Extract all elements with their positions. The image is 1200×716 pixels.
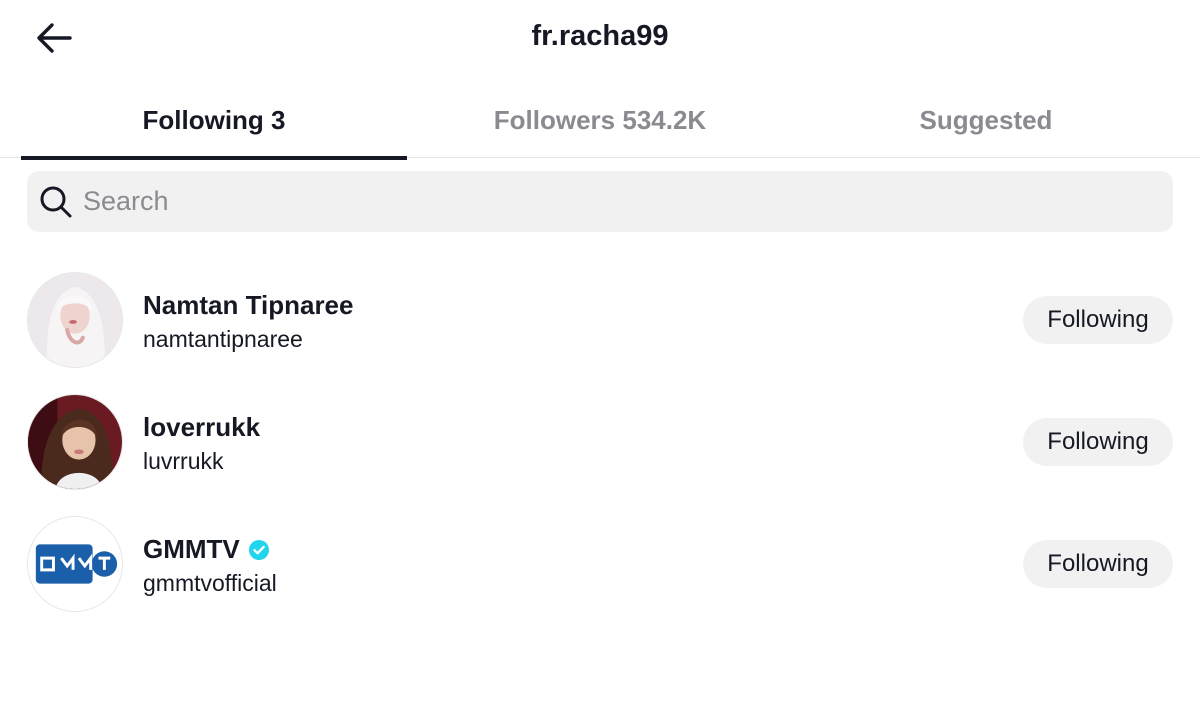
username: gmmtvofficial (143, 570, 277, 596)
tab-suggested[interactable]: Suggested (793, 96, 1179, 157)
username: namtantipnaree (143, 326, 303, 352)
list-item-gmmtv[interactable]: GMMTV gmmtvofficial Following (0, 506, 1200, 622)
header-bar: fr.racha99 (0, 0, 1200, 80)
tab-following[interactable]: Following 3 (21, 96, 407, 160)
search-bar[interactable] (27, 171, 1173, 232)
following-button[interactable]: Following (1023, 540, 1173, 588)
tab-followers[interactable]: Followers 534.2K (407, 96, 793, 157)
following-button[interactable]: Following (1023, 418, 1173, 466)
display-name[interactable]: Namtan Tipnaree (143, 290, 353, 321)
search-icon (40, 186, 72, 218)
display-name-row: GMMTV (143, 534, 270, 565)
avatar-photo (28, 395, 122, 489)
avatar-photo (28, 273, 122, 367)
list-item-loverrukk[interactable]: loverrukk luvrrukk Following (0, 384, 1200, 500)
avatar[interactable] (27, 272, 123, 368)
gmmtv-logo (28, 517, 122, 611)
avatar[interactable] (27, 516, 123, 612)
avatar[interactable] (27, 394, 123, 490)
username: luvrrukk (143, 448, 224, 474)
search-input[interactable] (83, 171, 1153, 232)
list-item-namtan[interactable]: Namtan Tipnaree namtantipnaree Following (0, 262, 1200, 378)
page-title: fr.racha99 (531, 20, 669, 52)
tab-bar: Following 3 Followers 534.2K Suggested (0, 96, 1200, 160)
following-button[interactable]: Following (1023, 296, 1173, 344)
verified-badge-icon (248, 539, 269, 560)
display-name[interactable]: loverrukk (143, 412, 260, 443)
display-name[interactable]: GMMTV (143, 534, 240, 565)
